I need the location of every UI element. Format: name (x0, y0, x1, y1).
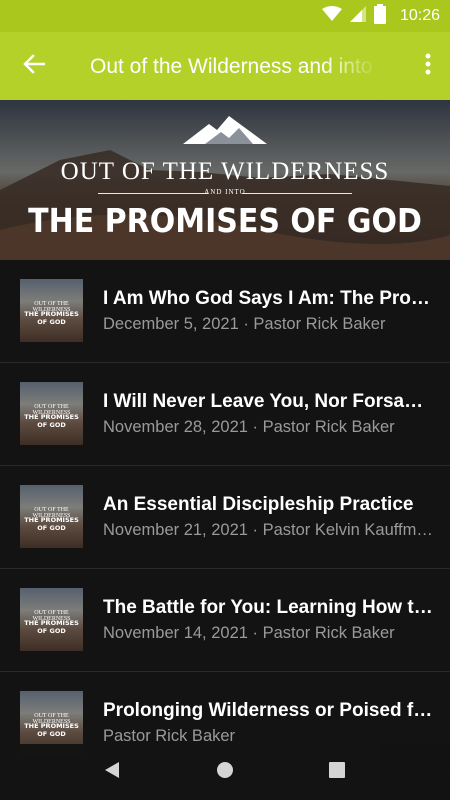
banner-title: THE PROMISES OF GOD (28, 202, 422, 241)
sermon-subtitle: December 5, 2021 · Pastor Rick Baker (103, 315, 386, 333)
sermon-title: The Battle for You: Learning How to Figh… (103, 597, 433, 618)
sermon-thumbnail: OUT OF THE WILDERNESS THE PROMISES OF GO… (20, 279, 83, 342)
app-bar: Out of the Wilderness and into The Promi… (0, 32, 450, 100)
mountain-logo-icon (183, 116, 267, 149)
nav-recents-icon (329, 761, 345, 783)
sermon-title: I Will Never Leave You, Nor Forsake You (103, 391, 433, 412)
status-bar: 10:26 (0, 0, 450, 32)
clock: 10:26 (399, 7, 440, 24)
sermon-list: OUT OF THE WILDERNESS THE PROMISES OF GO… (0, 260, 450, 775)
series-banner: OUT OF THE WILDERNESS AND INTO THE PROMI… (0, 100, 450, 260)
wifi-icon (321, 5, 342, 27)
sermon-thumbnail: OUT OF THE WILDERNESS THE PROMISES OF GO… (20, 382, 83, 445)
nav-home-button[interactable] (209, 756, 241, 788)
arrow-back-icon (23, 53, 46, 80)
sermon-subtitle: November 21, 2021 · Pastor Kelvin Kauffm… (103, 521, 433, 539)
list-item[interactable]: OUT OF THE WILDERNESS THE PROMISES OF GO… (0, 260, 450, 363)
thumbnail-title: THE PROMISES OF GOD (24, 413, 79, 429)
list-item[interactable]: OUT OF THE WILDERNESS THE PROMISES OF GO… (0, 363, 450, 466)
more-options-button[interactable] (416, 48, 440, 84)
banner-connector: AND INTO (204, 188, 246, 196)
sermon-subtitle: November 14, 2021 · Pastor Rick Baker (103, 624, 395, 642)
battery-icon (373, 3, 386, 29)
list-item[interactable]: OUT OF THE WILDERNESS THE PROMISES OF GO… (0, 466, 450, 569)
thumbnail-title: THE PROMISES OF GOD (24, 722, 79, 738)
status-icons: 10:26 (321, 0, 440, 32)
nav-recents-button[interactable] (321, 756, 353, 788)
page-title: Out of the Wilderness and into The Promi… (90, 55, 380, 78)
nav-back-button[interactable] (96, 756, 128, 788)
banner-rule-right (242, 193, 352, 194)
sermon-thumbnail: OUT OF THE WILDERNESS THE PROMISES OF GO… (20, 588, 83, 651)
back-button[interactable] (14, 46, 54, 86)
nav-back-icon (104, 761, 120, 784)
sermon-title: I Am Who God Says I Am: The Promise of I… (103, 288, 433, 309)
thumbnail-title: THE PROMISES OF GOD (24, 310, 79, 326)
system-nav-bar (0, 744, 450, 800)
banner-heading: OUT OF THE WILDERNESS (60, 158, 390, 185)
list-item[interactable]: OUT OF THE WILDERNESS THE PROMISES OF GO… (0, 569, 450, 672)
sermon-title: An Essential Discipleship Practice (103, 494, 414, 515)
more-vert-icon (425, 53, 431, 80)
nav-home-icon (216, 761, 234, 784)
sermon-title: Prolonging Wilderness or Poised for Prom… (103, 700, 433, 721)
thumbnail-title: THE PROMISES OF GOD (24, 619, 79, 635)
signal-icon (349, 5, 366, 27)
sermon-subtitle: November 28, 2021 · Pastor Rick Baker (103, 418, 395, 436)
thumbnail-title: THE PROMISES OF GOD (24, 516, 79, 532)
sermon-thumbnail: OUT OF THE WILDERNESS THE PROMISES OF GO… (20, 485, 83, 548)
